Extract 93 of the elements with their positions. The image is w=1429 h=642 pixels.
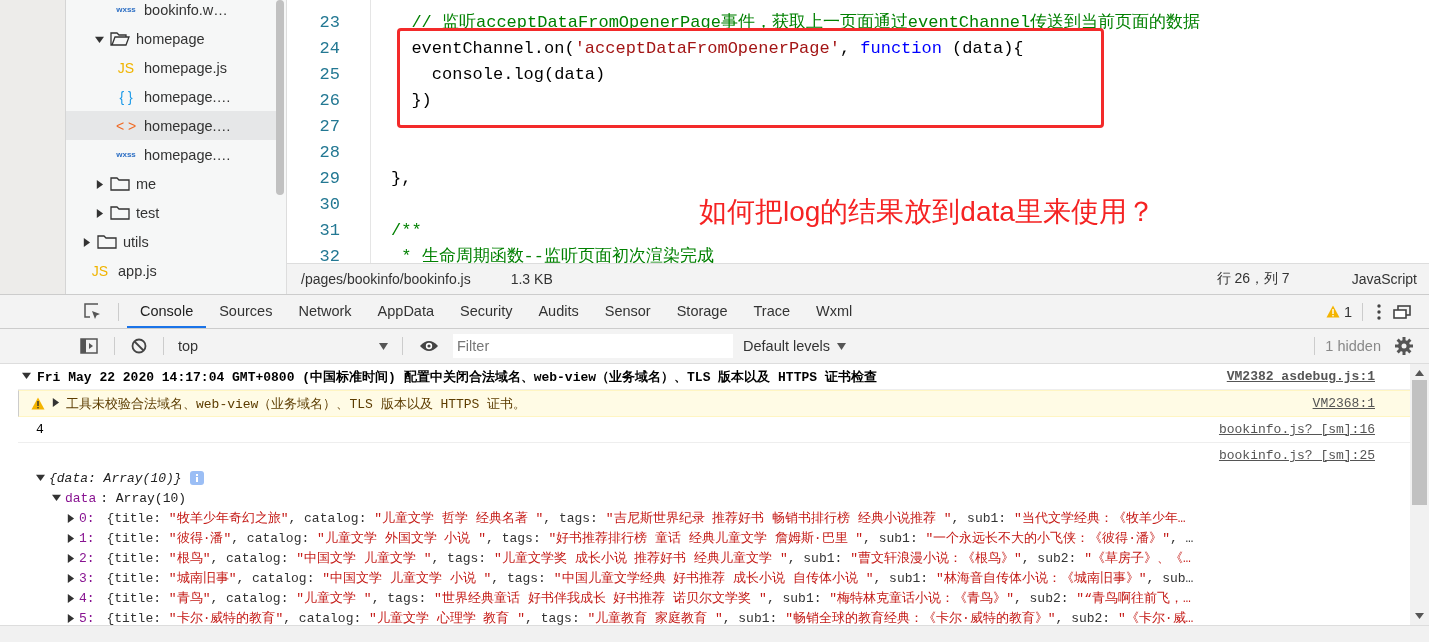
line-number: 27 [318,116,341,138]
devtools-tab[interactable]: Audits [525,295,592,328]
sidebar-toggle-icon[interactable] [80,338,98,354]
code-line: /** [391,221,422,240]
line-number: 31 [318,220,341,242]
array-index: 0: [79,510,95,526]
collapse-arrow-icon[interactable] [95,34,104,44]
more-options-icon[interactable] [1377,303,1381,320]
code-line: }) [410,91,432,110]
line-number: 32 [318,246,341,263]
collapse-arrow-icon[interactable] [22,371,31,380]
line-number: 26 [318,90,341,112]
expand-arrow-icon[interactable] [95,179,104,189]
warning-icon [31,397,45,410]
scroll-up-icon[interactable] [1415,370,1424,376]
clear-console-icon[interactable] [131,338,147,354]
devtools-tab[interactable]: Storage [663,295,741,328]
source-link[interactable]: bookinfo.js? [sm]:16 [1218,422,1375,437]
file-item[interactable]: wxss bookinfo.w… [66,0,276,24]
object-preview: {title: "根鸟", catalog: "中国文学 儿童文学 ", tags: "儿童文学奖 成长小说 推荐好书 经典儿童文学 ", sub1: "曹文轩浪漫小说：《根鸟》", sub2: "《草房子》、《… [105,550,1191,567]
expand-arrow-icon[interactable] [82,237,91,247]
array-index: 5: [79,610,95,625]
code-line: }, [391,169,412,188]
file-path: /pages/bookinfo/bookinfo.js [301,271,471,287]
file-item[interactable]: { } homepage.… [66,82,276,111]
folder-icon [110,175,130,192]
expand-arrow-icon[interactable] [95,208,104,218]
line-number: 25 [318,64,341,86]
inspect-icon[interactable] [84,302,102,321]
devtools-tab[interactable]: AppData [364,295,448,328]
folder-icon [110,204,130,221]
source-link[interactable]: VM2368:1 [1312,396,1375,411]
line-number: 28 [318,142,341,164]
open-folder-icon [110,30,130,47]
folder-name[interactable]: me [136,175,157,192]
devtools-tab[interactable]: Security [447,295,526,328]
file-item[interactable]: JS app.js [66,256,276,285]
filter-field[interactable]: Filter [453,334,733,358]
object-preview: {title: "城南旧事", catalog: "中国文学 儿童文学 小说 ", tags: "中国儿童文学经典 好书推荐 成长小说 自传体小说 ", sub1: "林海音自传体小说：《城南旧事》", sub… [105,570,1194,587]
undock-icon[interactable] [1393,304,1411,319]
object-preview: {title: "青鸟", catalog: "儿童文学 ", tags: "世界经典童话 好书伴我成长 好书推荐 诺贝尔文学奖 ", sub1: "梅特林克童话小说：《青鸟》", sub2: "“青鸟啊往前飞，… [105,590,1191,607]
array-index: 4: [79,590,95,606]
hidden-count: 1 hidden [1325,338,1381,354]
array-index: 3: [79,570,95,586]
file-item[interactable]: JS homepage.js [66,53,276,82]
scrollbar[interactable] [1410,364,1429,625]
file-item[interactable]: < > homepage.… [66,111,276,140]
code-line: console.log(data) [430,65,606,84]
eye-icon[interactable] [419,340,439,352]
dropdown-caret-icon [837,342,847,350]
scroll-down-icon[interactable] [1415,613,1424,619]
devtools-tab[interactable]: Sensor [591,295,664,328]
line-number: 30 [318,194,341,216]
array-index: 1: [79,530,95,546]
line-number: 23 [318,12,341,34]
line-number: 24 [318,38,341,60]
code-line: * 生命周期函数--监听页面初次渲染完成 [400,247,714,263]
devtools-tab[interactable]: Sources [206,295,286,328]
folder-icon [97,233,117,250]
object-preview: {title: "彼得·潘", catalog: "儿童文学 外国文学 小说 ", tags: "好书推荐排行榜 童话 经典儿童文学 詹姆斯·巴里 ", sub1: "一个永远长不大的小飞侠：《彼得·潘》", … [105,530,1194,547]
property-value: : Array(10) [100,490,187,506]
source-link[interactable]: VM2382 asdebug.js:1 [1226,369,1375,384]
object-preview: {title: "卡尔·威特的教育", catalog: "儿童文学 心理学 教育 ", tags: "儿童教育 家庭教育 ", sub1: "畅销全球的教育经典：《卡尔·威特的教育》", sub2: "《卡尔·威… [105,610,1194,625]
devtools-tab[interactable]: Network [285,295,365,328]
source-link[interactable]: bookinfo.js? [sm]:25 [1218,448,1375,463]
annotation-text: 如何把log的结果放到data里来使用？ [699,195,1155,229]
object-preview: {title: "牧羊少年奇幻之旅", catalog: "儿童文学 哲学 经典名著 ", tags: "吉尼斯世界纪录 推荐好书 畅销书排行榜 经典小说推荐 ", sub1: "当代文学经典：《牧羊少年… [105,510,1186,527]
console-group-title: Fri May 22 2020 14:17:04 GMT+0800 (中国标准时间) 配置中关闭合法域名、web-view（业务域名）、TLS 版本以及 HTTPS 证书检查 [37,368,877,386]
scrollbar[interactable] [276,0,284,195]
info-icon [189,471,204,485]
settings-icon[interactable] [1395,337,1413,355]
log-value: 4 [35,422,44,437]
warning-count[interactable]: 1 [1343,303,1352,320]
warning-text: 工具未校验合法域名、web-view（业务域名）、TLS 版本以及 HTTPS 证书。 [66,395,527,413]
log-levels-dropdown[interactable]: Default levels [743,338,847,354]
cursor-position: 行 26，列 7 [1216,270,1290,288]
folder-name[interactable]: homepage [136,30,205,47]
line-number: 29 [318,168,341,190]
property-key: data [65,490,97,506]
devtools-tab[interactable]: Wxml [803,295,866,328]
context-dropdown[interactable]: top [174,338,392,354]
horizontal-scrollbar[interactable] [0,625,1429,642]
devtools-tab[interactable]: Trace [740,295,803,328]
file-item[interactable]: wxss homepage.… [66,140,276,169]
dropdown-caret-icon [379,342,388,350]
expand-arrow-icon[interactable] [51,398,60,407]
code-line: eventChannel.on('acceptDataFromOpenerPage', function (data){ [410,39,1024,58]
folder-name[interactable]: test [136,204,160,221]
language-mode[interactable]: JavaScript [1351,271,1417,287]
array-index: 2: [79,550,95,566]
object-summary[interactable]: {data: Array(10)} [49,470,182,486]
file-size: 1.3 KB [510,271,553,287]
folder-name[interactable]: utils [123,233,149,250]
